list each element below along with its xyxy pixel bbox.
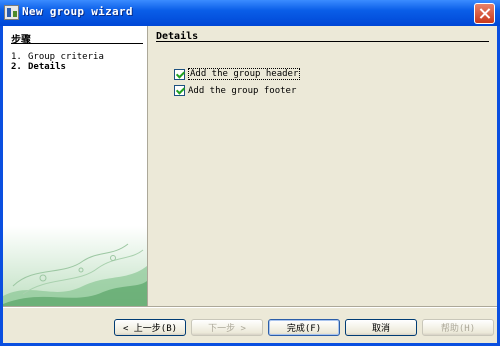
step-number: 1. xyxy=(11,52,22,62)
group-header-checkbox[interactable] xyxy=(174,68,185,80)
app-icon xyxy=(4,5,19,20)
decorative-swirl-image xyxy=(3,226,147,306)
steps-divider xyxy=(11,43,143,44)
cancel-button[interactable]: 取消 xyxy=(345,319,417,336)
details-divider xyxy=(156,41,489,42)
next-button[interactable]: 下一步 > xyxy=(191,319,263,336)
wizard-client: 步骤 1. Group criteria 2. Details Details … xyxy=(3,26,497,343)
back-button[interactable]: < 上一步(B) xyxy=(114,319,186,336)
step-item-group-criteria: 1. Group criteria xyxy=(11,52,104,62)
step-item-details: 2. Details xyxy=(11,62,66,72)
step-label: Group criteria xyxy=(28,52,104,62)
window-title: New group wizard xyxy=(22,5,133,18)
group-footer-checkbox[interactable] xyxy=(174,85,185,96)
finish-button[interactable]: 完成(F) xyxy=(268,319,340,336)
step-label: Details xyxy=(28,62,66,72)
panel-divider xyxy=(147,26,148,306)
group-header-label[interactable]: Add the group header xyxy=(188,68,301,80)
wizard-window: New group wizard 步骤 1. Group criteria 2. D… xyxy=(0,0,500,346)
title-bar[interactable]: New group wizard xyxy=(0,0,500,26)
help-button[interactable]: 帮助(H) xyxy=(422,319,494,336)
button-area-divider-highlight xyxy=(3,307,497,308)
group-footer-option[interactable]: Add the group footer xyxy=(174,85,296,96)
close-button[interactable] xyxy=(474,3,495,24)
step-number: 2. xyxy=(11,62,22,72)
steps-panel: 步骤 1. Group criteria 2. Details xyxy=(3,26,147,306)
group-footer-label[interactable]: Add the group footer xyxy=(188,86,296,96)
group-header-option[interactable]: Add the group header xyxy=(174,68,301,80)
